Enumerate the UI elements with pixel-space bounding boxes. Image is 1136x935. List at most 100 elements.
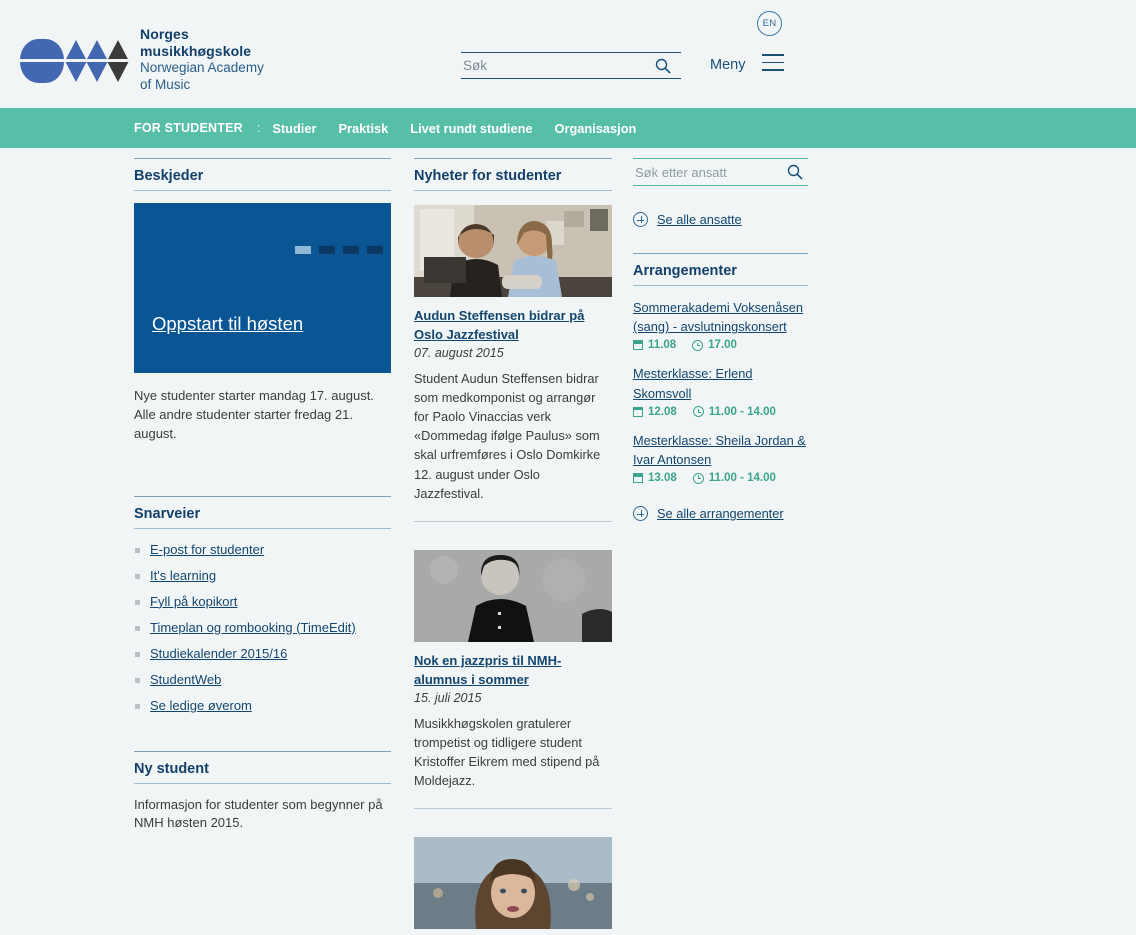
all-events-link-row[interactable]: Se alle arrangementer xyxy=(633,506,808,522)
event-time: 11.00 - 14.00 xyxy=(708,472,776,485)
new-student-heading: Ny student xyxy=(134,750,391,784)
search-icon[interactable] xyxy=(655,58,671,79)
menu-button[interactable]: Meny xyxy=(710,57,745,73)
nav-item-livet-rundt-studiene[interactable]: Livet rundt studiene xyxy=(410,121,532,136)
calendar-icon xyxy=(632,340,643,351)
messages-heading: Beskjeder xyxy=(134,158,391,191)
black-white-portrait-man-black-shirt-photo[interactable] xyxy=(414,550,612,642)
news-article: Audun Steffensen bidrar på Oslo Jazzfest… xyxy=(414,205,612,509)
site-header: Norges musikkhøgskole Norwegian Academy … xyxy=(0,0,1136,108)
clock-icon xyxy=(692,406,704,418)
employee-search[interactable] xyxy=(633,158,808,186)
calendar-icon xyxy=(632,406,643,417)
plus-circle-icon xyxy=(633,506,648,522)
list-item: StudentWeb xyxy=(134,671,391,689)
section-navbar: FOR STUDENTER : Studier Praktisk Livet r… xyxy=(0,108,1136,148)
news-body: Musikkhøgskolen gratulerer trompetist og… xyxy=(414,715,600,789)
nav-item-studier[interactable]: Studier xyxy=(272,121,316,136)
carousel-indicators[interactable] xyxy=(295,246,383,254)
clock-icon xyxy=(692,472,704,484)
all-employees-link[interactable]: Se alle ansatte xyxy=(657,212,742,227)
new-student-text: Informasjon for studenter som begynner p… xyxy=(134,796,383,831)
search-input[interactable] xyxy=(461,58,641,73)
clock-icon xyxy=(692,339,704,351)
list-item: Studiekalender 2015/16 xyxy=(134,645,391,663)
two-men-at-desk-with-laptop-photo[interactable] xyxy=(414,205,612,297)
event-title-link[interactable]: Mesterklasse: Sheila Jordan & Ivar Anton… xyxy=(633,431,808,469)
list-item: Mesterklasse: Erlend Skomsvoll 12.08 11.… xyxy=(632,364,808,418)
shortcut-link-studiekalender[interactable]: Studiekalender 2015/16 xyxy=(150,646,287,661)
news-date: 15. juli 2015 xyxy=(414,690,482,705)
carousel-dot-4[interactable] xyxy=(367,246,383,254)
news-title-link[interactable]: Nok en jazzpris til NMH-alumnus i sommer xyxy=(414,652,612,690)
event-title-link[interactable]: Mesterklasse: Erlend Skomsvoll xyxy=(633,364,808,402)
shortcut-link-its-learning[interactable]: It's learning xyxy=(150,568,216,583)
shortcuts-section: Snarveier E-post for studenter It's lear… xyxy=(134,495,391,715)
logo-line-musikkhogskole: musikkhøgskole xyxy=(140,43,252,60)
list-item: Mesterklasse: Sheila Jordan & Ivar Anton… xyxy=(632,431,808,485)
language-badge-label: EN xyxy=(762,18,777,29)
event-time: 17.00 xyxy=(708,339,737,352)
employee-search-input[interactable] xyxy=(633,163,768,181)
left-column: Beskjeder Oppstart til høsten Nye studen… xyxy=(134,158,391,833)
promo-card[interactable]: Oppstart til høsten xyxy=(134,203,391,373)
logo-wordmark: Norges musikkhøgskole Norwegian Academy … xyxy=(140,26,264,93)
news-article: Nok en jazzpris til NMH-alumnus i sommer… xyxy=(414,521,612,796)
search-icon[interactable] xyxy=(787,164,803,185)
promo-description: Nye studenter starter mandag 17. august.… xyxy=(134,388,374,441)
event-meta: 13.08 11.00 - 14.00 xyxy=(632,472,808,485)
navbar-separator: : xyxy=(256,121,261,135)
shortcut-link-epost[interactable]: E-post for studenter xyxy=(150,542,264,557)
shortcuts-heading: Snarveier xyxy=(134,495,391,529)
event-date: 11.08 xyxy=(648,339,677,352)
hamburger-icon[interactable] xyxy=(762,54,784,77)
news-date: 07. august 2015 xyxy=(414,345,504,360)
list-item: E-post for studenter xyxy=(134,541,391,559)
site-search[interactable] xyxy=(461,52,681,79)
list-item: Fyll på kopikort xyxy=(134,593,391,611)
carousel-dot-1[interactable] xyxy=(295,246,311,254)
logo-line-academy: Norwegian Academy xyxy=(140,60,264,76)
logo-line-norges: Norges xyxy=(140,26,189,42)
nmh-logo-icon xyxy=(20,35,130,85)
portrait-woman-with-bangs-outdoors-photo[interactable] xyxy=(414,837,612,930)
nav-item-organisasjon[interactable]: Organisasjon xyxy=(555,121,637,136)
carousel-dot-2[interactable] xyxy=(319,246,335,254)
events-heading: Arrangementer xyxy=(633,253,808,286)
list-item: It's learning xyxy=(134,567,391,585)
events-list: Sommerakademi Voksenåsen (sang) - avslut… xyxy=(632,298,808,485)
shortcut-link-studentweb[interactable]: StudentWeb xyxy=(150,672,221,687)
event-title-link[interactable]: Sommerakademi Voksenåsen (sang) - avslut… xyxy=(633,298,808,336)
promo-link[interactable]: Oppstart til høsten xyxy=(152,313,303,335)
language-toggle-en[interactable]: EN xyxy=(757,11,782,36)
list-item: Sommerakademi Voksenåsen (sang) - avslut… xyxy=(632,298,808,352)
main-content: Beskjeder Oppstart til høsten Nye studen… xyxy=(0,148,1136,930)
new-student-section: Ny student Informasjon for studenter som… xyxy=(134,750,391,834)
news-heading: Nyheter for studenter xyxy=(414,158,612,191)
list-item: Timeplan og rombooking (TimeEdit) xyxy=(134,619,391,637)
shortcut-link-kopikort[interactable]: Fyll på kopikort xyxy=(150,594,237,609)
all-employees-link-row[interactable]: Se alle ansatte xyxy=(633,212,808,227)
logo-line-of-music: of Music xyxy=(140,76,191,92)
right-column: Se alle ansatte Arrangementer Sommerakad… xyxy=(632,158,808,522)
menu-label: Meny xyxy=(710,57,746,73)
site-logo[interactable]: Norges musikkhøgskole Norwegian Academy … xyxy=(20,26,264,93)
shortcuts-list: E-post for studenter It's learning Fyll … xyxy=(134,541,391,715)
list-item: Se ledige øverom xyxy=(134,697,391,715)
event-time: 11.00 - 14.00 xyxy=(708,405,776,418)
plus-circle-icon xyxy=(633,212,648,227)
carousel-dot-3[interactable] xyxy=(343,246,359,254)
shortcut-link-timeedit[interactable]: Timeplan og rombooking (TimeEdit) xyxy=(150,620,356,635)
nav-item-praktisk[interactable]: Praktisk xyxy=(338,121,388,136)
all-events-link[interactable]: Se alle arrangementer xyxy=(657,506,784,521)
news-article xyxy=(414,808,612,935)
event-meta: 11.08 17.00 xyxy=(632,339,808,352)
event-date: 13.08 xyxy=(648,472,677,485)
shortcut-link-ledige-overom[interactable]: Se ledige øverom xyxy=(150,698,252,713)
news-title-link[interactable]: Audun Steffensen bidrar på Oslo Jazzfest… xyxy=(414,307,612,345)
navbar-section-title: FOR STUDENTER xyxy=(134,121,243,135)
news-body: Student Audun Steffensen bidrar som medk… xyxy=(414,370,601,501)
middle-column: Nyheter for studenter Audun Steffensen b… xyxy=(414,158,612,935)
calendar-icon xyxy=(632,473,643,484)
event-date: 12.08 xyxy=(648,405,677,418)
